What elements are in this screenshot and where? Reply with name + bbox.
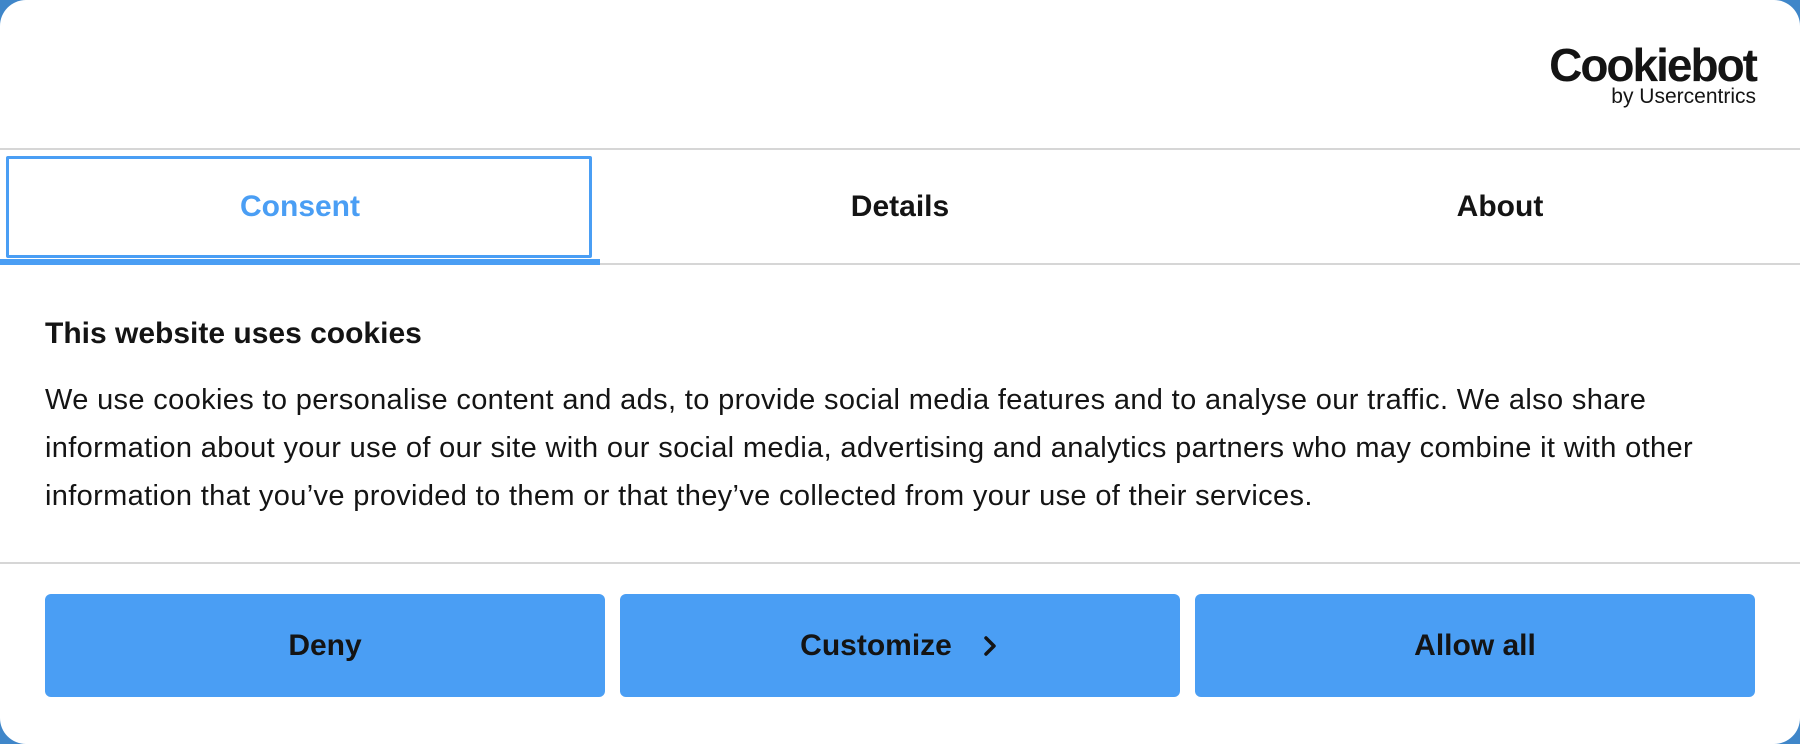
deny-button-label: Deny [288, 628, 362, 662]
button-row: Deny Customize Allow all [45, 594, 1755, 697]
consent-content: This website uses cookies We use cookies… [45, 316, 1765, 520]
consent-title: This website uses cookies [45, 317, 422, 350]
logo-wordmark: Cookiebot [1549, 39, 1758, 91]
active-tab-indicator [0, 259, 600, 265]
dialog-header: Cookiebot by Usercentrics [0, 0, 1800, 150]
consent-body: We use cookies to personalise content an… [45, 384, 1693, 512]
footer-divider [0, 562, 1800, 564]
tab-about[interactable]: About [1200, 150, 1800, 263]
tab-details-label: Details [850, 189, 950, 223]
tab-bar: Consent Details About [0, 150, 1800, 265]
cookie-consent-dialog: Cookiebot by Usercentrics Consent Detail… [0, 0, 1800, 744]
tab-details[interactable]: Details [600, 150, 1200, 263]
allow-all-button[interactable]: Allow all [1195, 594, 1755, 697]
cookiebot-logo: Cookiebot by Usercentrics [1549, 39, 1758, 108]
deny-button[interactable]: Deny [45, 594, 605, 697]
tab-consent[interactable]: Consent [0, 150, 600, 265]
customize-button[interactable]: Customize [620, 594, 1180, 697]
customize-button-label: Customize [800, 628, 952, 662]
tab-focus-ring [6, 156, 592, 258]
tab-about-label: About [1456, 189, 1544, 223]
allow-all-button-label: Allow all [1414, 628, 1536, 662]
chevron-right-icon [984, 635, 996, 656]
